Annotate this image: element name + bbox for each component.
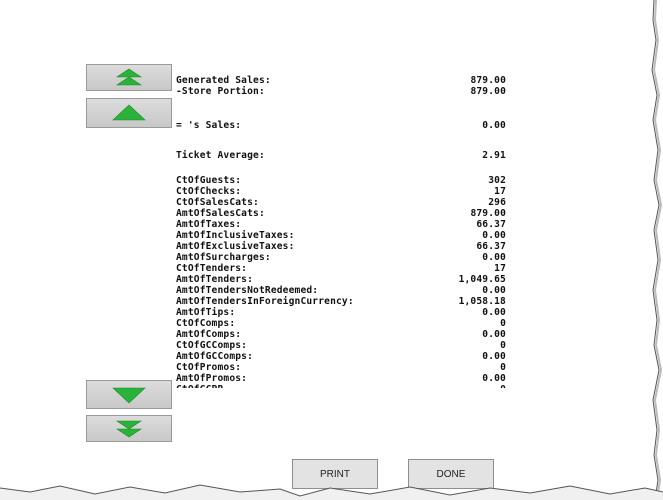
report-row: CtOfGCPR 0 bbox=[176, 384, 506, 388]
torn-edge-bottom bbox=[0, 484, 663, 500]
report-row: CtOfComps: 0 bbox=[176, 318, 506, 329]
report-row-label: CtOfTenders: bbox=[176, 263, 248, 274]
report-row-value: 0 bbox=[500, 362, 506, 373]
line-down-button[interactable] bbox=[86, 380, 172, 409]
report-row: = 's Sales: 0.00 bbox=[176, 120, 506, 131]
report-viewer: Generated Sales: 879.00 -Store Portion: 879… bbox=[0, 0, 663, 500]
report-row-label: AmtOfTendersNotRedeemed: bbox=[176, 285, 319, 296]
top-border bbox=[0, 0, 660, 6]
report-row: Ticket Average: 2.91 bbox=[176, 150, 506, 161]
report-row-value: 296 bbox=[488, 197, 506, 208]
report-row-label: AmtOfExclusiveTaxes: bbox=[176, 241, 295, 252]
report-row-label: AmtOfTendersInForeignCurrency: bbox=[176, 296, 354, 307]
report-row-value: 2.91 bbox=[482, 150, 506, 161]
torn-edge-right bbox=[648, 0, 663, 500]
report-row: AmtOfSurcharges: 0.00 bbox=[176, 252, 506, 263]
page-down-button[interactable] bbox=[86, 415, 172, 442]
report-row: AmtOfTendersNotRedeemed: 0.00 bbox=[176, 285, 506, 296]
up-arrow-icon bbox=[111, 103, 147, 123]
report-row-value: 66.37 bbox=[476, 219, 506, 230]
report-row-value: 879.00 bbox=[470, 208, 506, 219]
line-up-button[interactable] bbox=[86, 98, 172, 128]
report-row-label: CtOfComps: bbox=[176, 318, 236, 329]
report-row-label: AmtOfTips: bbox=[176, 307, 236, 318]
report-row-label: CtOfPromos: bbox=[176, 362, 242, 373]
report-row-value: 17 bbox=[494, 186, 506, 197]
report-row-value: 1,058.18 bbox=[458, 296, 506, 307]
report-row: CtOfTenders: 17 bbox=[176, 263, 506, 274]
report-row: AmtOfTips: 0.00 bbox=[176, 307, 506, 318]
report-row-label: CtOfChecks: bbox=[176, 186, 242, 197]
report-row-label: AmtOfTaxes: bbox=[176, 219, 242, 230]
page-up-button[interactable] bbox=[86, 64, 172, 91]
report-row-value: 0.00 bbox=[482, 230, 506, 241]
report-row: AmtOfTenders: 1,049.65 bbox=[176, 274, 506, 285]
report-row: Generated Sales: 879.00 bbox=[176, 75, 506, 86]
double-down-arrow-icon bbox=[114, 419, 144, 439]
report-row-label: Ticket Average: bbox=[176, 150, 265, 161]
report-row-value: 0 bbox=[500, 318, 506, 329]
report-row-value: 879.00 bbox=[470, 86, 506, 97]
report-row-label: AmtOfSurcharges: bbox=[176, 252, 271, 263]
report-row-value: 0.00 bbox=[482, 373, 506, 384]
report-row-label: CtOfSalesCats: bbox=[176, 197, 259, 208]
report-row: CtOfGCComps: 0 bbox=[176, 340, 506, 351]
report-row-label: -Store Portion: bbox=[176, 86, 265, 97]
report-row-label: CtOfGCPR bbox=[176, 384, 223, 388]
report-row-label: AmtOfInclusiveTaxes: bbox=[176, 230, 295, 241]
report-row: AmtOfTendersInForeignCurrency: 1,058.18 bbox=[176, 296, 506, 307]
report-row: CtOfChecks: 17 bbox=[176, 186, 506, 197]
report-row-label: AmtOfTenders: bbox=[176, 274, 254, 285]
report-row-value: 66.37 bbox=[476, 241, 506, 252]
report-row: AmtOfPromos: 0.00 bbox=[176, 373, 506, 384]
report-row: CtOfGuests: 302 bbox=[176, 175, 506, 186]
report-row-value: 0.00 bbox=[482, 351, 506, 362]
report-row-label: AmtOfComps: bbox=[176, 329, 242, 340]
report-row: AmtOfComps: 0.00 bbox=[176, 329, 506, 340]
report-row: AmtOfInclusiveTaxes: 0.00 bbox=[176, 230, 506, 241]
report-row-value: 0.00 bbox=[482, 329, 506, 340]
report-row-value: 0.00 bbox=[482, 307, 506, 318]
report-row-value: 0 bbox=[500, 384, 506, 388]
report-row: CtOfPromos: 0 bbox=[176, 362, 506, 373]
report-row: CtOfSalesCats: 296 bbox=[176, 197, 506, 208]
report-row: AmtOfExclusiveTaxes: 66.37 bbox=[176, 241, 506, 252]
report-row-value: 1,049.65 bbox=[458, 274, 506, 285]
report-row-label: = 's Sales: bbox=[176, 120, 242, 131]
report-row-label: Generated Sales: bbox=[176, 75, 271, 86]
down-arrow-icon bbox=[111, 385, 147, 405]
report-row-value: 0.00 bbox=[482, 120, 506, 131]
report-row-label: CtOfGCComps: bbox=[176, 340, 248, 351]
report-body: Generated Sales: 879.00 -Store Portion: 879… bbox=[176, 75, 506, 450]
report-row-label: AmtOfGCComps: bbox=[176, 351, 254, 362]
report-row: -Store Portion: 879.00 bbox=[176, 86, 506, 97]
report-row-label: AmtOfPromos: bbox=[176, 373, 248, 384]
report-row-value: 0.00 bbox=[482, 252, 506, 263]
report-row-value: 17 bbox=[494, 263, 506, 274]
report-row: AmtOfTaxes: 66.37 bbox=[176, 219, 506, 230]
report-row-value: 302 bbox=[488, 175, 506, 186]
report-row-value: 879.00 bbox=[470, 75, 506, 86]
report-row-label: AmtOfSalesCats: bbox=[176, 208, 265, 219]
report-row-value: 0 bbox=[500, 340, 506, 351]
report-row: AmtOfSalesCats: 879.00 bbox=[176, 208, 506, 219]
report-row-label: CtOfGuests: bbox=[176, 175, 242, 186]
report-row-value: 0.00 bbox=[482, 285, 506, 296]
double-up-arrow-icon bbox=[114, 68, 144, 88]
report-row: AmtOfGCComps: 0.00 bbox=[176, 351, 506, 362]
